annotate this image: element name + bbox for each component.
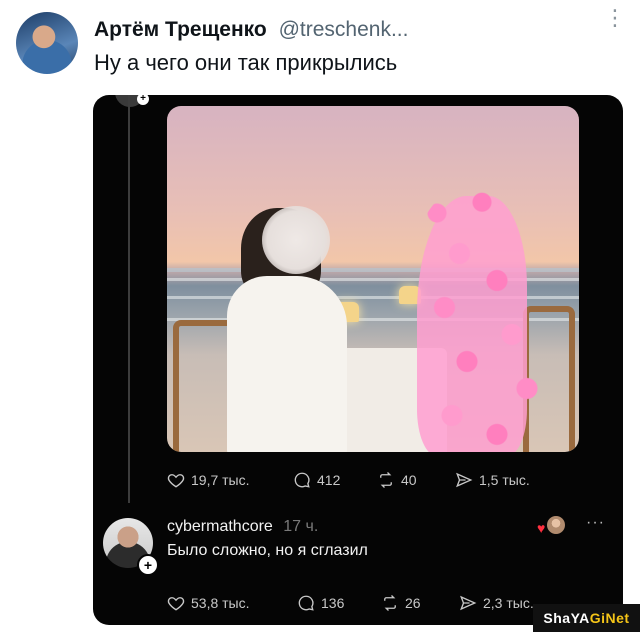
comment-icon <box>294 472 310 488</box>
reply-user-line: cybermathcore 17 ч. <box>167 518 318 536</box>
reply-share-count: 2,3 тыс. <box>483 595 534 611</box>
liker-avatar <box>547 516 565 534</box>
flower-overlay <box>407 186 557 452</box>
tweet-header: Артём Трещенко @treschenk... ⋮ Ну а чего… <box>0 0 640 92</box>
repost-icon <box>384 595 396 611</box>
reply-more-icon[interactable]: ··· <box>586 514 605 532</box>
author-avatar[interactable] <box>16 12 78 74</box>
watermark-left: ShaYA <box>543 610 590 626</box>
watermark-right: GiNet <box>589 610 630 626</box>
reply-text: Было сложно, но я сглазил <box>167 542 368 559</box>
woman-dress <box>227 276 347 452</box>
send-icon <box>460 595 477 611</box>
like-stat[interactable]: 19,7 тыс. <box>167 471 250 489</box>
author-handle[interactable]: @treschenk... <box>279 18 409 41</box>
reply-liked-by: ♥ <box>537 516 567 536</box>
repost-count: 40 <box>401 472 417 488</box>
thread-line <box>128 95 130 503</box>
post-stats: 19,7 тыс. 412 40 1,5 тыс. <box>167 471 567 495</box>
reply-stats: 53,8 тыс. 136 26 2,3 тыс. <box>167 594 587 618</box>
comment-count: 412 <box>317 472 341 488</box>
reply-repost-count: 26 <box>405 595 421 611</box>
like-count: 19,7 тыс. <box>191 472 250 488</box>
follow-plus-icon[interactable]: + <box>137 554 159 576</box>
share-count: 1,5 тыс. <box>479 472 530 488</box>
liked-heart-icon: ♥ <box>537 520 546 536</box>
reply-like-stat[interactable]: 53,8 тыс. <box>167 594 250 612</box>
tweet-text: Ну а чего они так прикрылись <box>94 50 398 75</box>
reply-repost-stat[interactable]: 26 <box>381 594 421 612</box>
chair-left <box>173 320 235 452</box>
reply-share-stat[interactable]: 2,3 тыс. <box>459 594 534 612</box>
embedded-screenshot: + 19,7 тыс. 412 40 1,5 тыс. + cybermathc… <box>93 95 623 625</box>
site-watermark: ShaYAGiNet <box>533 604 640 632</box>
repost-icon <box>380 472 392 488</box>
repost-stat[interactable]: 40 <box>377 471 417 489</box>
reply-time: 17 ч. <box>283 518 319 535</box>
follow-plus-icon: + <box>137 95 149 105</box>
more-options-icon[interactable]: ⋮ <box>604 7 626 42</box>
blurred-face <box>262 206 330 274</box>
comment-stat[interactable]: 412 <box>293 471 340 489</box>
heart-icon <box>167 597 185 611</box>
reply-username[interactable]: cybermathcore <box>167 518 273 535</box>
reply-comment-count: 136 <box>321 595 345 611</box>
reply-like-count: 53,8 тыс. <box>191 595 250 611</box>
author-line: Артём Трещенко @treschenk... <box>94 18 408 42</box>
reply-comment-stat[interactable]: 136 <box>297 594 344 612</box>
send-icon <box>456 472 473 488</box>
post-photo[interactable] <box>167 106 579 452</box>
share-stat[interactable]: 1,5 тыс. <box>455 471 530 489</box>
comment-icon <box>298 595 314 611</box>
author-name[interactable]: Артём Трещенко <box>94 18 267 41</box>
heart-icon <box>167 474 185 488</box>
